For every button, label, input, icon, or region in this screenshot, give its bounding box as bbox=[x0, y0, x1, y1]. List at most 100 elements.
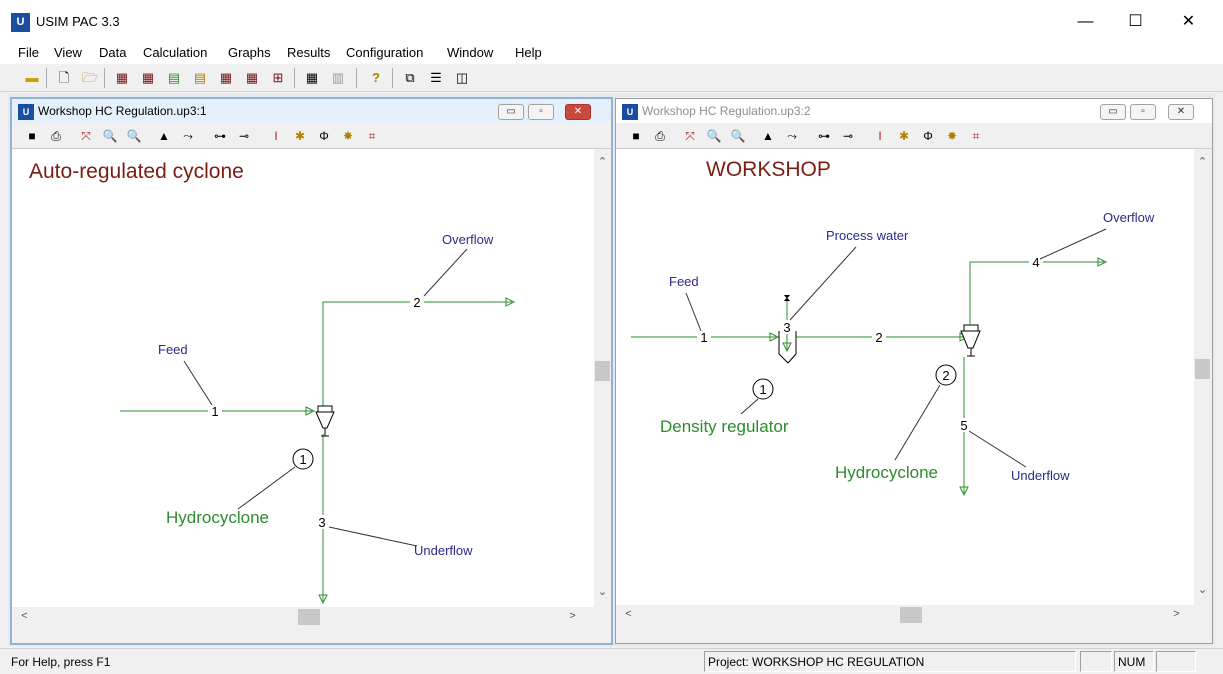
stream-line-overflow[interactable] bbox=[969, 261, 1104, 325]
zoom-out-icon[interactable]: 🔍 bbox=[728, 126, 748, 146]
vertical-scrollbar[interactable]: ⌃ ⌄ bbox=[594, 149, 611, 607]
data-grid-5-icon[interactable]: ⊞ bbox=[268, 68, 288, 88]
horizontal-scrollbar[interactable]: < > bbox=[616, 605, 1212, 625]
minimize-button[interactable]: — bbox=[1063, 8, 1108, 36]
stream-node-icon[interactable]: ⊸ bbox=[234, 126, 254, 146]
flowsheet-canvas[interactable]: WORKSHOP 1 ⧗ 3 2 4 5 Feed Process water … bbox=[616, 149, 1194, 605]
child-window-2[interactable]: U Workshop HC Regulation.up3:2 ▭ ▫ ✕ ■ ⎙… bbox=[615, 98, 1213, 644]
settings-icon[interactable]: ✸ bbox=[942, 126, 962, 146]
zoom-fit-icon[interactable]: ⤧ bbox=[680, 126, 700, 146]
menu-calculation[interactable]: Calculation bbox=[143, 45, 207, 60]
stream-line-overflow[interactable] bbox=[322, 301, 512, 411]
unit-operation-icon[interactable]: ▲ bbox=[758, 126, 778, 146]
scroll-right-arrow[interactable]: > bbox=[564, 610, 581, 622]
phi-icon[interactable]: Φ bbox=[918, 126, 938, 146]
open-folder-icon[interactable]: 🗁 bbox=[80, 68, 100, 88]
menu-results[interactable]: Results bbox=[287, 45, 330, 60]
child-close-button[interactable]: ✕ bbox=[565, 104, 591, 120]
stream-label-feed: Feed bbox=[669, 274, 699, 289]
stream-node-icon[interactable]: ⊸ bbox=[838, 126, 858, 146]
child-title-bar[interactable]: U Workshop HC Regulation.up3:1 ▭ ▫ ✕ bbox=[12, 99, 611, 123]
print-icon[interactable]: ⎙ bbox=[46, 126, 66, 146]
stream-label-underflow: Underflow bbox=[1011, 468, 1070, 483]
child-maximize-button[interactable]: ▫ bbox=[528, 104, 554, 120]
menu-file[interactable]: File bbox=[18, 45, 39, 60]
close-button[interactable]: ✕ bbox=[1166, 8, 1211, 36]
save-icon[interactable]: ■ bbox=[22, 126, 42, 146]
horizontal-scrollbar[interactable]: < > bbox=[12, 607, 611, 627]
open-project-icon[interactable]: ▬ bbox=[22, 68, 42, 88]
zoom-out-icon[interactable]: 🔍 bbox=[124, 126, 144, 146]
flow-icon[interactable]: ⤳ bbox=[782, 126, 802, 146]
flow-icon[interactable]: ⤳ bbox=[178, 126, 198, 146]
data-grid-3-icon[interactable]: ▦ bbox=[216, 68, 236, 88]
zoom-in-icon[interactable]: 🔍 bbox=[100, 126, 120, 146]
child-minimize-button[interactable]: ▭ bbox=[498, 104, 524, 120]
scroll-left-arrow[interactable]: < bbox=[620, 608, 637, 620]
phi-icon[interactable]: Φ bbox=[314, 126, 334, 146]
data-grid-icon[interactable]: ▦ bbox=[112, 68, 132, 88]
scrollbar-thumb[interactable] bbox=[900, 607, 922, 623]
save-icon[interactable]: ■ bbox=[626, 126, 646, 146]
child-title-bar[interactable]: U Workshop HC Regulation.up3:2 ▭ ▫ ✕ bbox=[616, 99, 1212, 123]
stream-label-icon[interactable]: I bbox=[266, 126, 286, 146]
child-minimize-button[interactable]: ▭ bbox=[1100, 104, 1126, 120]
menu-window[interactable]: Window bbox=[447, 45, 493, 60]
hydrocyclone-symbol[interactable] bbox=[960, 324, 981, 357]
stream-link-icon[interactable]: ⊶ bbox=[210, 126, 230, 146]
leader-line bbox=[968, 430, 1027, 468]
zoom-in-icon[interactable]: 🔍 bbox=[704, 126, 724, 146]
flowsheet-canvas[interactable]: Auto-regulated cyclone 1 2 3 Feed Overfl… bbox=[12, 149, 594, 607]
scroll-up-arrow[interactable]: ⌃ bbox=[1194, 155, 1211, 168]
table-icon[interactable]: ▦ bbox=[302, 68, 322, 88]
tile-vertical-icon[interactable]: ◫ bbox=[452, 68, 472, 88]
child-window-1[interactable]: U Workshop HC Regulation.up3:1 ▭ ▫ ✕ ■ ⎙… bbox=[10, 97, 613, 645]
new-file-icon[interactable]: 🗋 bbox=[54, 68, 74, 88]
scroll-down-arrow[interactable]: ⌄ bbox=[1194, 583, 1211, 596]
scrollbar-thumb[interactable] bbox=[595, 361, 610, 381]
flowsheet-heading: WORKSHOP bbox=[706, 158, 831, 181]
table-disabled-icon: ▥ bbox=[331, 70, 345, 85]
tile-horizontal-icon[interactable]: ☰ bbox=[426, 68, 446, 88]
zoom-fit-icon[interactable]: ⤧ bbox=[76, 126, 96, 146]
mdi-client-area: U Workshop HC Regulation.up3:1 ▭ ▫ ✕ ■ ⎙… bbox=[8, 94, 1215, 646]
data-grid-4-icon[interactable]: ▦ bbox=[242, 68, 262, 88]
print-icon[interactable]: ⎙ bbox=[650, 126, 670, 146]
maximize-button[interactable]: ☐ bbox=[1113, 8, 1158, 36]
help-icon[interactable]: ? bbox=[366, 68, 386, 88]
scroll-down-arrow[interactable]: ⌄ bbox=[594, 585, 611, 598]
unit-operation-icon[interactable]: ▲ bbox=[154, 126, 174, 146]
calc-icon[interactable]: ✱ bbox=[290, 126, 310, 146]
settings-icon[interactable]: ✸ bbox=[338, 126, 358, 146]
child-maximize-button[interactable]: ▫ bbox=[1130, 104, 1156, 120]
data-grid-yellow-icon[interactable]: ▤ bbox=[190, 68, 210, 88]
menu-help[interactable]: Help bbox=[515, 45, 542, 60]
hydrocyclone-symbol[interactable] bbox=[315, 405, 335, 437]
select-icon[interactable]: ⌗ bbox=[362, 126, 382, 146]
select-icon[interactable]: ⌗ bbox=[966, 126, 986, 146]
calc-icon[interactable]: ✱ bbox=[894, 126, 914, 146]
stream-label-icon[interactable]: I bbox=[870, 126, 890, 146]
menu-view[interactable]: View bbox=[54, 45, 82, 60]
scroll-up-arrow[interactable]: ⌃ bbox=[594, 155, 611, 168]
scroll-left-arrow[interactable]: < bbox=[16, 610, 33, 622]
status-panel-empty bbox=[1080, 651, 1112, 672]
leader-line bbox=[183, 360, 213, 406]
menu-configuration[interactable]: Configuration bbox=[346, 45, 423, 60]
data-grid-green-icon[interactable]: ▤ bbox=[164, 68, 184, 88]
leader-line bbox=[789, 246, 857, 321]
vertical-scrollbar[interactable]: ⌃ ⌄ bbox=[1194, 149, 1211, 605]
stream-label-underflow: Underflow bbox=[414, 543, 473, 558]
cascade-windows-icon[interactable]: ⧉ bbox=[400, 68, 420, 88]
scrollbar-thumb[interactable] bbox=[298, 609, 320, 625]
menu-data[interactable]: Data bbox=[99, 45, 126, 60]
stream-label-process-water: Process water bbox=[826, 228, 909, 243]
scrollbar-thumb[interactable] bbox=[1195, 359, 1210, 379]
data-grid-2-icon[interactable]: ▦ bbox=[138, 68, 158, 88]
scroll-right-arrow[interactable]: > bbox=[1168, 608, 1185, 620]
menu-graphs[interactable]: Graphs bbox=[228, 45, 271, 60]
child-close-button[interactable]: ✕ bbox=[1168, 104, 1194, 120]
unit-number: 1 bbox=[299, 452, 306, 467]
stream-link-icon[interactable]: ⊶ bbox=[814, 126, 834, 146]
toolbar-separator bbox=[294, 68, 295, 88]
